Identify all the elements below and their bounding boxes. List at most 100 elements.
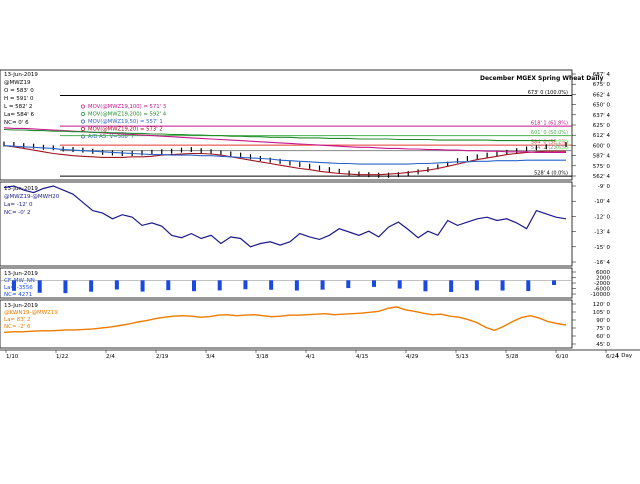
cot-bar xyxy=(269,280,274,290)
y-tick-label: -10000 xyxy=(591,292,611,298)
cot-header-date: 13-Jun-2019 xyxy=(4,271,38,277)
date-tick-label: 3/18 xyxy=(256,354,269,360)
y-tick-label: 675' 0 xyxy=(593,82,611,88)
y-tick-label: 75' 0 xyxy=(596,326,610,332)
y-tick-label: 612' 4 xyxy=(593,133,611,139)
legend-entry: MOV(@MWZ19,20) = 573' 2 xyxy=(88,127,163,133)
date-tick-label: 4/1 xyxy=(306,354,315,360)
y-tick-label: 662' 4 xyxy=(593,92,611,98)
y-tick-label: 650' 0 xyxy=(593,103,611,109)
y-tick-label: 90' 0 xyxy=(596,318,610,324)
spread-symbol: @MWZ19-@MWH20 xyxy=(4,194,60,200)
legend-entry: A/D AS: V=508' 7 xyxy=(88,134,134,140)
cot-bar xyxy=(474,280,479,291)
cot-symbol: CF_MW_NN xyxy=(4,278,35,284)
spread-last: La= -12' 0 xyxy=(4,202,33,208)
legend-entry: MOV(@MWZ19,100) = 571' 3 xyxy=(88,104,166,110)
cot-bar xyxy=(423,280,428,292)
cot-net-change: NC= 4271 xyxy=(4,292,32,298)
cot-panel: 13-Jun-2019 CF_MW_NN La= -3556 NC= 4271 … xyxy=(0,267,610,299)
retracement-label: 528' 4 (0.0%) xyxy=(534,171,568,177)
cot-bar xyxy=(63,280,68,294)
date-tick-label: 2/19 xyxy=(156,354,169,360)
price-low: L = 582' 2 xyxy=(4,104,32,110)
ratio-header-date: 13-Jun-2019 xyxy=(4,303,38,309)
cot-bars-group xyxy=(0,280,572,294)
y-tick-label: 587' 4 xyxy=(593,154,611,160)
spread-series-group xyxy=(3,185,567,248)
cot-bar xyxy=(140,280,145,292)
price-panel: 13-Jun-2019 @MWZ19 O = 583' 0 H = 591' 0… xyxy=(0,69,610,181)
y-tick-label: -9' 0 xyxy=(598,184,611,190)
retracement-label: 673' 0 (100.0%) xyxy=(528,90,568,96)
date-tick-label: 1/22 xyxy=(56,354,68,360)
cot-bar xyxy=(500,280,505,291)
y-tick-label: 687' 4 xyxy=(593,72,611,78)
y-tick-label: 637' 4 xyxy=(593,113,611,119)
date-tick-label: 5/28 xyxy=(506,354,519,360)
ratio-symbol: @KWN19-@MWZ19 xyxy=(4,310,58,316)
cot-bar xyxy=(372,280,376,287)
legend-marker-icon xyxy=(81,104,85,109)
chart-title: December MGEX Spring Wheat Daily xyxy=(480,75,603,82)
y-tick-label: -13' 4 xyxy=(594,230,610,236)
spread-panel: 13-Jun-2019 @MWZ19-@MWH20 La= -12' 0 NC=… xyxy=(0,181,610,267)
retracement-label: 601' 0 (50.0%) xyxy=(531,130,568,136)
y-tick-label: 60' 0 xyxy=(596,334,610,340)
date-tick-label: 1/10 xyxy=(6,354,19,360)
price-y-ticks: 687' 4 675' 0 662' 4 650' 0 637' 4 625' 0 612'… xyxy=(572,72,610,180)
cot-bar xyxy=(12,280,16,291)
cot-bar xyxy=(449,280,454,292)
cot-bar xyxy=(243,280,248,290)
spread-line xyxy=(3,185,567,248)
cot-bar xyxy=(114,280,119,290)
spread-y-ticks: -9' 0 -10' 4 -12' 0 -13' 4 -15' 0 -16' 4 xyxy=(572,184,610,266)
legend-marker-icon xyxy=(81,119,85,124)
spread-net-change: NC= -0' 2 xyxy=(4,210,31,216)
y-tick-label: 120' 0 xyxy=(593,302,611,308)
ratio-panel: 13-Jun-2019 @KWN19-@MWZ19 La= 83' 2 NC= … xyxy=(0,299,610,349)
price-high: H = 591' 0 xyxy=(4,96,34,102)
y-tick-label: -16' 4 xyxy=(594,260,610,266)
price-net-change: NC= 0' 6 xyxy=(4,120,29,126)
date-tick-label: 6/10 xyxy=(556,354,569,360)
date-ticks: 1/10 1/22 2/4 2/19 3/4 3/18 4/1 4/15 4/29 5/13 5/2… xyxy=(5,350,619,360)
cot-bar xyxy=(217,280,222,291)
y-tick-label: 625' 0 xyxy=(593,123,611,129)
date-tick-label: 4/15 xyxy=(356,354,369,360)
price-symbol: @MWZ19 xyxy=(4,80,31,86)
y-tick-label: 562' 4 xyxy=(593,174,611,180)
cot-bar xyxy=(552,280,556,286)
ratio-last: La= 83' 2 xyxy=(4,317,31,323)
ratio-y-ticks: 120' 0 105' 0 90' 0 75' 0 60' 0 45' 0 xyxy=(572,302,610,348)
legend-entry: MOV(@MWZ19,50) = 557' 1 xyxy=(88,119,163,125)
chart-canvas: 13-Jun-2019 @MWZ19 O = 583' 0 H = 591' 0… xyxy=(0,69,640,360)
cot-bar xyxy=(89,280,94,292)
legend-marker-icon xyxy=(81,112,85,116)
cot-bar xyxy=(192,280,196,292)
cot-bar xyxy=(37,280,42,293)
cot-bar xyxy=(346,280,351,289)
date-axis: 1/10 1/22 2/4 2/19 3/4 3/18 4/1 4/15 4/29 5/13 5/2… xyxy=(0,349,640,360)
cot-bar xyxy=(294,280,299,291)
ratio-line xyxy=(3,306,567,333)
date-tick-label: 4/29 xyxy=(406,354,419,360)
date-tick-label: 5/13 xyxy=(456,354,469,360)
date-tick-label: 2/4 xyxy=(106,354,115,360)
cot-bar xyxy=(166,280,171,291)
timeframe-label: 1 Day xyxy=(616,353,633,359)
price-last: La= 584' 6 xyxy=(4,112,35,118)
cot-bar xyxy=(397,280,402,289)
legend-marker-icon xyxy=(81,127,85,131)
price-open: O = 583' 0 xyxy=(4,88,34,94)
cot-bar xyxy=(320,280,325,290)
date-tick-label: 3/4 xyxy=(206,354,215,360)
ratio-series-group xyxy=(3,306,567,333)
cot-last: La= -3556 xyxy=(4,285,33,291)
y-tick-label: 105' 0 xyxy=(593,310,611,316)
retracement-label: 618' 1 (61.8%) xyxy=(531,121,568,127)
cot-bar xyxy=(526,280,531,292)
cot-y-ticks: 60002000-2000-6000-10000 xyxy=(572,270,610,298)
legend-entry: MOV(@MWZ19,200) = 592' 4 xyxy=(88,112,167,118)
y-tick-label: -15' 0 xyxy=(594,245,610,251)
